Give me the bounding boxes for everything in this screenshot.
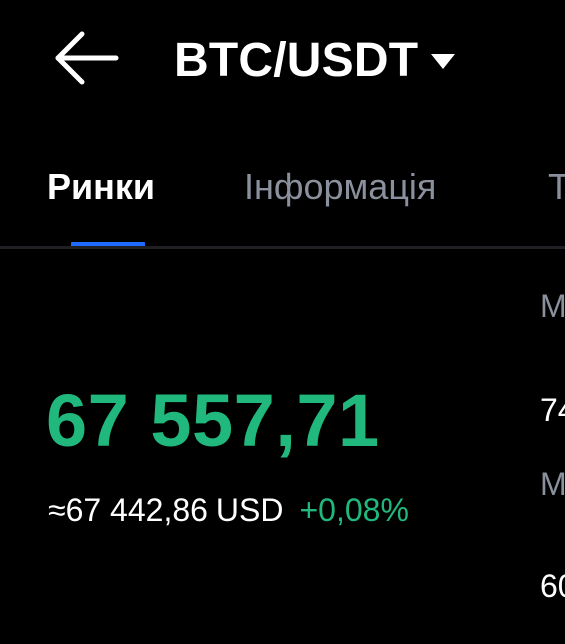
pair-title: BTC/USDT [174,33,419,87]
last-price: 67 557,71 [46,379,380,462]
price-subline: ≈67 442,86 USD +0,08% [48,492,409,529]
tab-information[interactable]: Інформація [244,166,436,208]
caret-down-icon [431,54,456,69]
approx-usd-value: ≈67 442,86 [48,492,208,528]
tab-bar: Ринки Інформація Т [0,150,565,248]
top-bar: BTC/USDT [0,0,565,120]
back-button[interactable] [50,26,122,90]
tab-markets[interactable]: Ринки [47,166,155,208]
change-percent: +0,08% [299,492,409,528]
stat-value: 74 [540,392,565,428]
approx-usd-currency: USD [215,492,284,528]
arrow-left-icon [55,31,119,85]
stat-label: М [540,288,565,324]
stat-value: 60 [540,568,565,604]
tab-third[interactable]: Т [548,166,565,208]
tab-divider [0,246,565,249]
stat-label: М [540,466,565,502]
pair-selector[interactable]: BTC/USDT [174,30,456,90]
